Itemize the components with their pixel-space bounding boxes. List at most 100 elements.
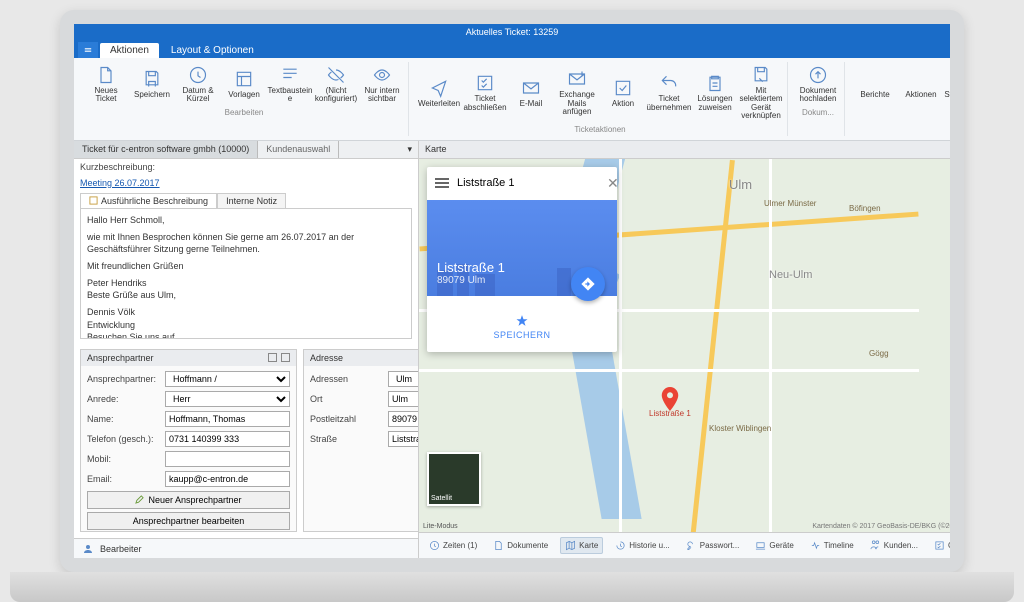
textbausteine-icon [279, 64, 301, 86]
passwort-icon [686, 540, 697, 551]
user-icon [82, 543, 94, 555]
laptop-base [10, 572, 1014, 602]
close-icon[interactable]: ✕ [607, 175, 617, 192]
ort-label: Ort [310, 394, 384, 404]
desctab-ausfuehrlich[interactable]: Ausführliche Beschreibung [80, 193, 217, 208]
nicht-konfiguriert-label: (Nicht konfiguriert) [315, 87, 357, 104]
kurzbeschreibung-value[interactable]: Meeting 26.07.2017 [80, 178, 412, 188]
tel-label: Telefon (gesch.): [87, 434, 161, 444]
email-icon [520, 77, 542, 99]
btab-historie[interactable]: Historie u... [611, 537, 673, 554]
geraete-icon [755, 540, 766, 551]
btab-geraete[interactable]: Geräte [751, 537, 797, 554]
loesungen-zuweisen-button[interactable]: Lösungen zuweisen [693, 62, 737, 123]
ap-select[interactable]: Hoffmann / [165, 371, 290, 387]
btab-timeline[interactable]: Timeline [806, 537, 858, 554]
geraet-verknuepfen-label: Mit selektiertem Gerät verknüpfen [739, 87, 782, 121]
weiterleiten-icon [428, 77, 450, 99]
berichte-icon [864, 68, 886, 90]
marker-icon [661, 387, 679, 411]
bottom-tabs: Zeiten (1) Dokumente Karte Historie u... Pas… [419, 532, 950, 558]
panel-collapse-icon[interactable] [268, 353, 277, 362]
speichern-button[interactable]: Speichern [130, 62, 174, 106]
nur-intern-sichtbar-label: Nur intern sichtbar [361, 87, 403, 104]
berichte-button[interactable]: Berichte [853, 62, 897, 106]
tel-input[interactable] [165, 431, 290, 447]
adressen-select[interactable]: Ulm [388, 371, 418, 387]
kunden-icon [870, 540, 881, 551]
ap-bearbeiten-button[interactable]: Ansprechpartner bearbeiten [87, 512, 290, 530]
name-label: Name: [87, 414, 161, 424]
btab-checklisten[interactable]: Checklisten [930, 537, 950, 554]
strasse-label: Straße [310, 434, 384, 444]
dokument-hochladen-button[interactable]: Dokument hochladen [796, 62, 840, 106]
btab-kunden[interactable]: Kunden... [866, 537, 922, 554]
email-button[interactable]: E-Mail [509, 62, 553, 123]
nur-intern-sichtbar-button[interactable]: Nur intern sichtbar [360, 62, 404, 106]
app-menu-button[interactable] [78, 42, 98, 58]
timeline-icon [810, 540, 821, 551]
email-input[interactable] [165, 471, 290, 487]
vorlagen-button[interactable]: Vorlagen [222, 62, 266, 106]
weiterleiten-button[interactable]: Weiterleiten [417, 62, 461, 123]
name-input[interactable] [165, 411, 290, 427]
aktion-button[interactable]: Aktion [601, 62, 645, 123]
tab-layout[interactable]: Layout & Optionen [161, 43, 264, 58]
plz-input[interactable] [388, 411, 418, 427]
panel-close-icon[interactable] [281, 353, 290, 362]
nicht-konfiguriert-button[interactable]: (Nicht konfiguriert) [314, 62, 358, 106]
hamburger-icon[interactable] [435, 176, 449, 190]
star-icon[interactable] [515, 314, 529, 328]
loesungen-zuweisen-label: Lösungen zuweisen [694, 95, 736, 112]
btab-passwort[interactable]: Passwort... [682, 537, 744, 554]
place-search-input[interactable] [457, 177, 599, 189]
geraet-verknuepfen-icon [750, 64, 772, 86]
aktionen-label: Aktionen [905, 91, 936, 99]
ort-input[interactable] [388, 391, 418, 407]
poi-wiblingen: Kloster Wiblingen [709, 424, 771, 433]
strasse-input[interactable] [388, 431, 418, 447]
textbausteine-button[interactable]: Textbausteine [268, 62, 312, 106]
city-neuulm: Neu-Ulm [769, 269, 812, 281]
kurzbeschreibung-label: Kurzbeschreibung: [80, 162, 155, 172]
aktionen-button[interactable]: Aktionen [899, 62, 943, 106]
weiterleiten-label: Weiterleiten [418, 100, 460, 108]
map-marker[interactable]: Liststraße 1 [649, 387, 691, 418]
exchange-mails-button[interactable]: Exchange Mails anfügen [555, 62, 599, 123]
anrede-select[interactable]: Herr [165, 391, 290, 407]
karte-icon [565, 540, 576, 551]
speichern-action[interactable]: SPEICHERN [493, 330, 550, 340]
btab-zeiten[interactable]: Zeiten (1) [425, 537, 481, 554]
neues-ticket-button[interactable]: Neues Ticket [84, 62, 128, 106]
subtab-kunden[interactable]: Kundenauswahl [258, 141, 339, 158]
description-body[interactable]: Hallo Herr Schmoll, wie mit Ihnen Bespro… [80, 209, 412, 339]
datum-kuerzel-button[interactable]: Datum & Kürzel [176, 62, 220, 106]
textbausteine-label: Textbausteine [266, 87, 314, 104]
geraet-verknuepfen-button[interactable]: Mit selektiertem Gerät verknüpfen [739, 62, 783, 123]
plz-label: Postleitzahl [310, 414, 384, 424]
stammdaten-label: Stammdaten [944, 91, 950, 99]
vorlagen-icon [233, 68, 255, 90]
dokument-hochladen-label: Dokument hochladen [797, 87, 839, 104]
subtab-ticket[interactable]: Ticket für c-entron software gmbh (10000… [74, 141, 258, 158]
ticket-abschliessen-button[interactable]: Ticket abschließen [463, 62, 507, 123]
sub-tabs: Ticket für c-entron software gmbh (10000… [74, 141, 418, 159]
neuer-ap-button[interactable]: Neuer Ansprechpartner [87, 491, 290, 509]
zeiten-icon [429, 540, 440, 551]
satellite-toggle[interactable]: Satellit [427, 452, 481, 506]
tab-aktionen[interactable]: Aktionen [100, 43, 159, 58]
place-subtitle: 89079 Ulm [437, 275, 607, 286]
stammdaten-button[interactable]: Stammdaten [945, 62, 950, 106]
ticket-uebernehmen-label: Ticket übernehmen [647, 95, 692, 112]
ansprechpartner-title: Ansprechpartner [87, 353, 154, 363]
mobil-input[interactable] [165, 451, 290, 467]
desctab-intern[interactable]: Interne Notiz [217, 193, 286, 208]
email-label: E-Mail [520, 100, 543, 108]
subtab-dropdown[interactable]: ▾ [401, 141, 418, 158]
btab-dokumente[interactable]: Dokumente [489, 537, 552, 554]
map-area[interactable]: Ulm Neu-Ulm Ulmer Münster Kloster Wiblin… [419, 159, 950, 532]
left-pane: Ticket für c-entron software gmbh (10000… [74, 141, 419, 558]
ticket-uebernehmen-button[interactable]: Ticket übernehmen [647, 62, 691, 123]
btab-karte[interactable]: Karte [560, 537, 603, 554]
dokumente-icon [493, 540, 504, 551]
